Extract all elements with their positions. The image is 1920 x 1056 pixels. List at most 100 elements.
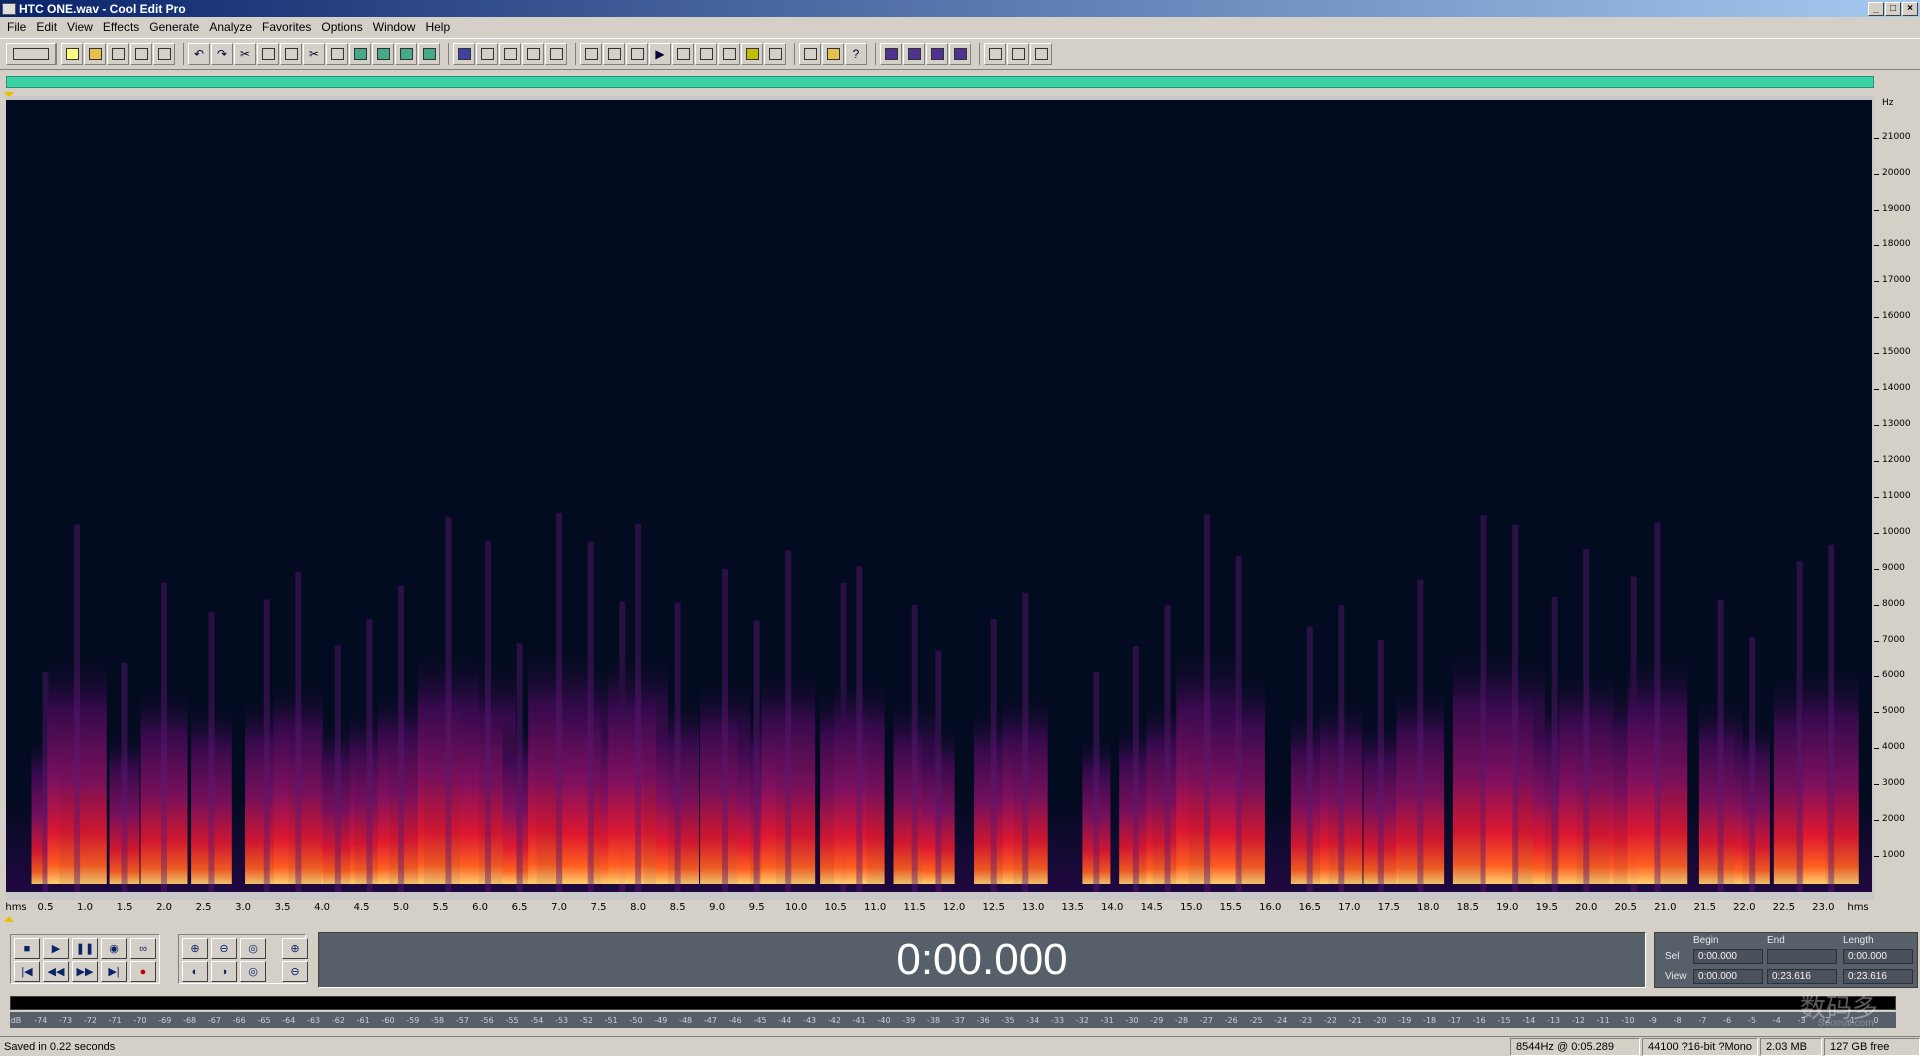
play-preview-icon[interactable]: ▶ (649, 43, 671, 65)
view-pan-icon[interactable] (626, 43, 648, 65)
view-waveform-icon[interactable] (580, 43, 602, 65)
menu-file[interactable]: File (2, 20, 31, 34)
loop-icon[interactable]: ∞ (130, 938, 156, 959)
length-header: Length (1843, 935, 1874, 946)
maximize-button[interactable]: □ (1885, 1, 1901, 16)
info-bar-icon[interactable] (764, 43, 786, 65)
copy-icon[interactable] (257, 43, 279, 65)
zoom-in-icon[interactable]: ⊕ (182, 938, 208, 959)
grid3-icon[interactable] (545, 43, 567, 65)
rewind-icon[interactable]: ◀◀ (43, 961, 69, 982)
zoom-right-icon[interactable]: ◑ (211, 961, 237, 982)
convert-icon[interactable] (418, 43, 440, 65)
menu-generate[interactable]: Generate (144, 20, 204, 34)
pause-icon[interactable]: ❚❚ (72, 938, 98, 959)
zoom-vertical-out-icon[interactable]: ⊖ (282, 961, 308, 982)
meter-tick-label: -66 (232, 1016, 246, 1025)
play-to-end-icon[interactable]: ◉ (101, 938, 127, 959)
new-file-icon[interactable] (61, 43, 83, 65)
samples-icon[interactable] (718, 43, 740, 65)
meter-tick-label: -25 (1249, 1016, 1263, 1025)
play-icon[interactable]: ▶ (43, 938, 69, 959)
zoom-out-icon[interactable]: ⊖ (211, 938, 237, 959)
grid-icon[interactable] (499, 43, 521, 65)
fx-delay-icon[interactable] (903, 43, 925, 65)
overview-range-bar[interactable] (6, 76, 1874, 88)
save-icon[interactable] (107, 43, 129, 65)
close-file-icon[interactable] (153, 43, 175, 65)
time-label: 12.0 (943, 902, 966, 913)
menu-help[interactable]: Help (420, 20, 455, 34)
snap-icon[interactable] (476, 43, 498, 65)
edit-scripts-icon[interactable] (822, 43, 844, 65)
paste-to-new-icon[interactable] (395, 43, 417, 65)
meter-tick-label: -45 (753, 1016, 767, 1025)
meter-tick-label: -10 (1621, 1016, 1635, 1025)
menu-favorites[interactable]: Favorites (257, 20, 316, 34)
stop-icon[interactable]: ■ (14, 938, 40, 959)
view-begin-field[interactable]: 0:00.000 (1693, 969, 1763, 984)
frequency-tick (1874, 281, 1879, 283)
frequency-tick (1874, 640, 1879, 642)
time-label: 2.0 (156, 902, 172, 913)
undo-icon[interactable]: ↶ (188, 43, 210, 65)
scissors-icon[interactable]: ✂ (234, 43, 256, 65)
spectral-harmonic-spike (587, 541, 594, 892)
meter-tick-label: -47 (703, 1016, 717, 1025)
multitrack-toggle-button[interactable] (6, 43, 56, 65)
zoom-vertical-in-icon[interactable]: ⊕ (282, 938, 308, 959)
fast-forward-icon[interactable]: ▶▶ (72, 961, 98, 982)
cut-icon[interactable]: ✂ (303, 43, 325, 65)
view-end-field[interactable]: 0:23.616 (1767, 969, 1837, 984)
envelope-icon[interactable] (453, 43, 475, 65)
menu-edit[interactable]: Edit (31, 20, 62, 34)
record-icon[interactable]: ● (130, 961, 156, 982)
tool-select-icon[interactable] (1007, 43, 1029, 65)
sel-length-field[interactable]: 0:00.000 (1843, 949, 1913, 964)
time-label: 16.0 (1259, 902, 1282, 913)
spectral-harmonic-spike (1551, 596, 1558, 892)
menu-analyze[interactable]: Analyze (204, 20, 257, 34)
spectral-display[interactable] (6, 100, 1872, 892)
help-icon[interactable]: ? (845, 43, 867, 65)
spectral-harmonic-spike (1022, 592, 1029, 892)
settings-icon[interactable] (799, 43, 821, 65)
paste-icon[interactable] (280, 43, 302, 65)
redo-icon[interactable]: ↷ (211, 43, 233, 65)
mix-paste-icon[interactable] (349, 43, 371, 65)
minimize-button[interactable]: _ (1868, 1, 1884, 16)
zoom-full-icon[interactable]: ◎ (240, 938, 266, 959)
frequency-tick (1874, 353, 1879, 355)
trim-icon[interactable] (326, 43, 348, 65)
time-label: 10.5 (824, 902, 847, 913)
spectral-color-icon[interactable] (741, 43, 763, 65)
menu-effects[interactable]: Effects (98, 20, 144, 34)
grid2-icon[interactable] (522, 43, 544, 65)
close-button[interactable]: × (1902, 1, 1918, 16)
sel-end-field[interactable] (1767, 949, 1837, 964)
zoom-left-icon[interactable]: ◐ (182, 961, 208, 982)
fx-amplify-icon[interactable] (880, 43, 902, 65)
copy-to-new-icon[interactable] (372, 43, 394, 65)
time-format-icon[interactable] (695, 43, 717, 65)
fx-noise-icon[interactable] (949, 43, 971, 65)
go-to-end-icon[interactable]: ▶| (101, 961, 127, 982)
fx-filter-icon[interactable] (926, 43, 948, 65)
menu-options[interactable]: Options (316, 20, 367, 34)
frequency-label: 1000 (1882, 850, 1905, 861)
menu-window[interactable]: Window (368, 20, 421, 34)
go-to-start-icon[interactable]: |◀ (14, 961, 40, 982)
view-spectral-icon[interactable] (603, 43, 625, 65)
tool-hand-icon[interactable] (984, 43, 1006, 65)
tool-fullscreen-icon[interactable] (1030, 43, 1052, 65)
zoom-view-icon[interactable] (672, 43, 694, 65)
status-format: 44100 ?16-bit ?Mono (1642, 1037, 1758, 1056)
sel-begin-field[interactable]: 0:00.000 (1693, 949, 1763, 964)
save-all-icon[interactable] (130, 43, 152, 65)
zoom-selection-icon[interactable]: ◎ (240, 961, 266, 982)
menu-view[interactable]: View (62, 20, 98, 34)
time-label: 18.0 (1417, 902, 1440, 913)
view-length-field[interactable]: 0:23.616 (1843, 969, 1913, 984)
open-folder-icon[interactable] (84, 43, 106, 65)
end-marker-icon[interactable] (4, 916, 14, 922)
